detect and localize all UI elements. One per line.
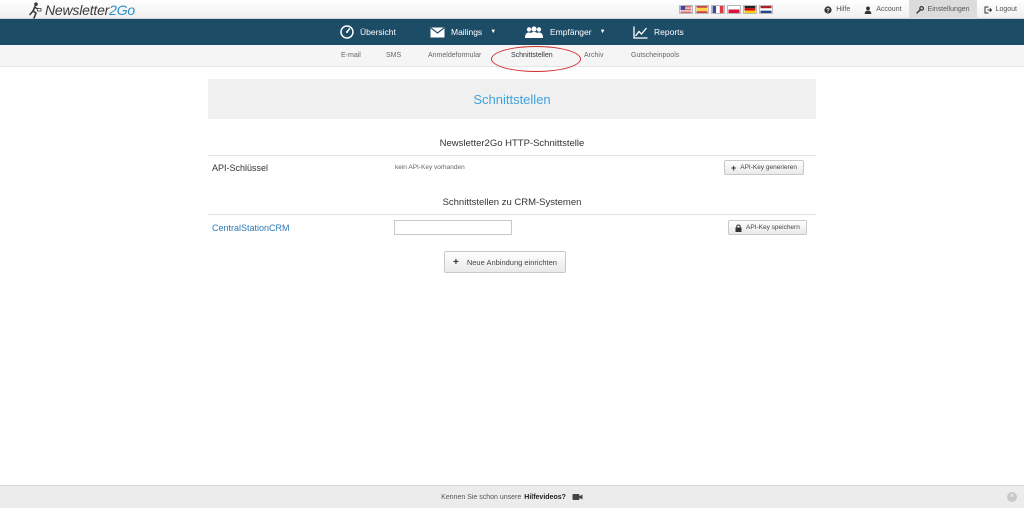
french-flag-icon[interactable] (711, 5, 725, 14)
nav-recipients-label: Empfänger (550, 27, 592, 37)
tab-voucher-pools[interactable]: Gutscheinpools (631, 52, 679, 59)
german-flag-icon[interactable] (743, 5, 757, 14)
help-icon: ? (824, 5, 832, 14)
main-nav: Übersicht Mailings ▼ Empfänger ▼ Reports (0, 19, 1024, 45)
settings-link[interactable]: Einstellungen (908, 0, 977, 19)
api-key-label: API-Schlüssel (212, 163, 269, 173)
chevron-down-icon: ▼ (599, 29, 606, 35)
nav-mailings-label: Mailings (451, 27, 483, 37)
plus-icon: + (731, 162, 737, 173)
tab-email[interactable]: E-mail (341, 52, 361, 59)
wrench-icon (915, 5, 924, 14)
envelope-icon (430, 26, 445, 37)
footer-text: Kennen Sie schon unsere (441, 493, 522, 501)
nav-overview-label: Übersicht (360, 27, 396, 37)
tab-archive[interactable]: Archiv (584, 52, 603, 59)
top-bar: Newsletter2Go ? Hilfe Account Einstellun… (0, 0, 1024, 19)
dutch-flag-icon[interactable] (759, 5, 773, 14)
nav-mailings[interactable]: Mailings ▼ (430, 19, 496, 45)
page-header: Schnittstellen (208, 79, 816, 119)
close-icon[interactable]: × (1007, 492, 1017, 502)
nav-overview[interactable]: Übersicht (340, 19, 396, 45)
runner-icon (29, 1, 42, 19)
crm-api-key-input[interactable] (394, 220, 512, 235)
language-flags (679, 5, 773, 14)
nav-reports-label: Reports (654, 27, 684, 37)
logout-link[interactable]: Logout (977, 0, 1024, 19)
logo[interactable]: Newsletter2Go (28, 1, 135, 19)
crm-system-link[interactable]: CentralStationCRM (212, 223, 290, 233)
lock-icon (735, 224, 742, 232)
nav-reports[interactable]: Reports (633, 19, 684, 45)
top-links: ? Hilfe Account Einstellungen Logout (817, 0, 1024, 19)
help-link[interactable]: ? Hilfe (817, 0, 857, 19)
crm-section-heading: Schnittstellen zu CRM-Systemen (442, 197, 582, 208)
video-camera-icon[interactable] (572, 493, 583, 501)
generate-api-key-button[interactable]: + API-Key generieren (724, 160, 804, 175)
chevron-down-icon: ▼ (490, 29, 497, 35)
footer-bar: Kennen Sie schon unsere Hilfevideos? × (0, 485, 1024, 508)
tab-sms[interactable]: SMS (386, 52, 401, 59)
users-icon (525, 26, 543, 38)
tab-interfaces[interactable]: Schnittstellen (511, 52, 553, 59)
save-api-key-label: API-Key speichern (746, 224, 800, 231)
logo-text: Newsletter2Go (45, 2, 136, 18)
polish-flag-icon[interactable] (727, 5, 741, 14)
settings-label: Einstellungen (927, 6, 970, 13)
user-icon (864, 6, 872, 14)
http-section-heading: Newsletter2Go HTTP-Schnittstelle (439, 138, 585, 149)
logout-label: Logout (995, 6, 1017, 13)
line-chart-icon (633, 26, 648, 39)
account-label: Account (876, 6, 902, 13)
highlight-circle (491, 46, 581, 72)
new-connection-button[interactable]: + Neue Anbindung einrichten (444, 251, 566, 273)
account-link[interactable]: Account (857, 0, 908, 19)
help-videos-link[interactable]: Hilfevideos? (524, 494, 566, 501)
help-label: Hilfe (836, 6, 851, 13)
tab-signup-form[interactable]: Anmeldeformular (428, 52, 481, 59)
new-connection-label: Neue Anbindung einrichten (466, 257, 557, 267)
svg-text:?: ? (826, 8, 830, 14)
dashboard-icon (340, 25, 354, 39)
plus-icon: + (453, 256, 459, 268)
save-api-key-button[interactable]: API-Key speichern (728, 220, 807, 235)
page-title: Schnittstellen (473, 91, 551, 107)
spanish-flag-icon[interactable] (695, 5, 709, 14)
divider (208, 214, 816, 215)
generate-api-key-label: API-Key generieren (740, 164, 797, 171)
divider (208, 155, 816, 156)
english-flag-icon[interactable] (679, 5, 693, 14)
api-key-status: kein API-Key vorhanden (395, 164, 465, 171)
nav-recipients[interactable]: Empfänger ▼ (524, 19, 606, 45)
logout-icon (984, 6, 992, 13)
sub-nav: E-mail SMS Anmeldeformular Schnittstelle… (0, 45, 1024, 72)
